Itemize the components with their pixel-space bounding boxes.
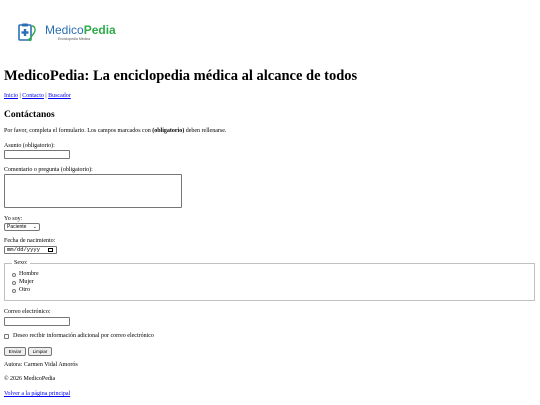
- nav-link-contacto[interactable]: Contacto: [22, 93, 44, 99]
- comentario-label: Comentario o pregunta (obligatorio):: [4, 167, 93, 173]
- comentario-textarea[interactable]: [4, 174, 182, 208]
- asunto-input[interactable]: [4, 150, 70, 159]
- radio-button[interactable]: [12, 281, 16, 285]
- nav-link-buscador[interactable]: Buscador: [48, 93, 71, 99]
- sexo-legend: Sexo:: [12, 260, 30, 266]
- radio-label: Otro: [19, 287, 30, 293]
- form-instructions: Por favor, completa el formulario. Los c…: [4, 128, 227, 134]
- nav-separator: |: [19, 93, 21, 99]
- asunto-label: Asunto (obligatorio):: [4, 143, 55, 149]
- radio-label: Hombre: [19, 271, 39, 277]
- newsletter-label: Deseo recibir información adicional por …: [13, 333, 154, 339]
- copyright: © 2026 MedicoPedia: [4, 376, 56, 382]
- radio-button[interactable]: [12, 289, 16, 293]
- yo-soy-selected-value: Paciente: [7, 224, 27, 230]
- calendar-icon[interactable]: [48, 248, 53, 252]
- yo-soy-select[interactable]: Paciente ⌄: [4, 223, 40, 231]
- section-title: Contáctanos: [4, 110, 55, 120]
- logo-wordmark: MedicoPedia: [45, 23, 116, 37]
- enviar-button[interactable]: Enviar: [4, 347, 26, 356]
- radio-button[interactable]: [12, 273, 16, 277]
- nav-link-inicio[interactable]: Inicio: [4, 93, 18, 99]
- fecha-placeholder: mm/dd/yyyy: [7, 246, 41, 253]
- site-logo[interactable]: MedicoPedia Enciclopedia Médica: [18, 22, 118, 46]
- correo-label: Correo electrónico:: [4, 309, 51, 315]
- nav-separator: |: [45, 93, 47, 99]
- author-line: Autora: Carmen Vidal Amorós: [4, 362, 78, 368]
- correo-input[interactable]: [4, 317, 70, 326]
- back-home-link[interactable]: Volver a la página principal: [4, 391, 70, 397]
- yo-soy-label: Yo soy:: [4, 216, 23, 222]
- limpiar-button[interactable]: Limpiar: [28, 347, 52, 356]
- newsletter-checkbox[interactable]: [4, 334, 9, 339]
- fecha-label: Fecha de nacimiento:: [4, 238, 56, 244]
- logo-tagline: Enciclopedia Médica: [58, 37, 91, 41]
- chevron-down-icon: ⌄: [32, 224, 37, 230]
- page-title: MedicoPedia: La enciclopedia médica al a…: [4, 68, 358, 84]
- top-nav: Inicio | Contacto | Buscador: [4, 93, 71, 99]
- sexo-fieldset: Sexo: Hombre Mujer Otro: [4, 260, 535, 301]
- fecha-input[interactable]: mm/dd/yyyy: [4, 246, 57, 254]
- radio-label: Mujer: [19, 279, 34, 285]
- medical-clipboard-stethoscope-icon: [18, 23, 36, 42]
